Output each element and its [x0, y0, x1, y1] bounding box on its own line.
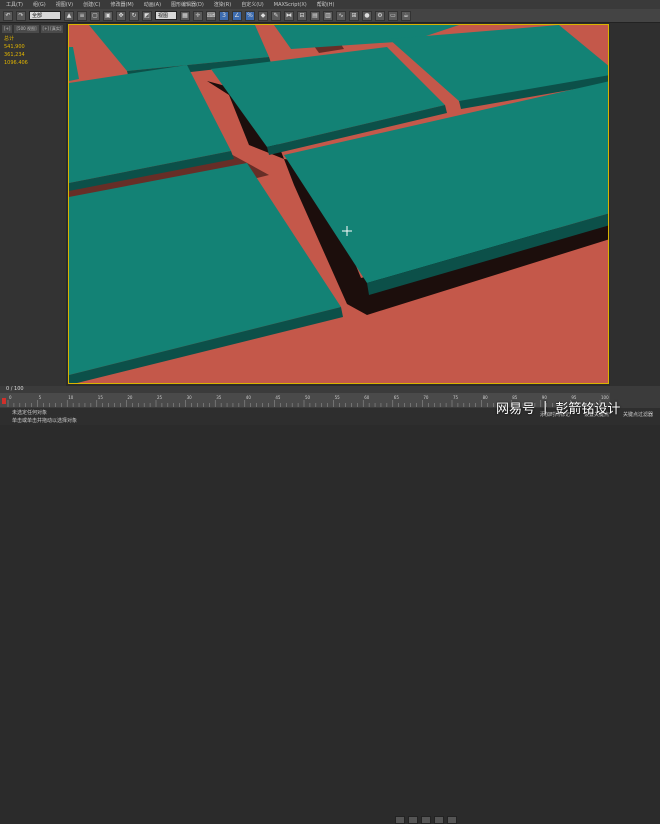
timeline-tick-label: 55 [335, 395, 341, 400]
timeline-tick-label: 45 [275, 395, 281, 400]
timeline-tick-label: 75 [453, 395, 459, 400]
timeline-tick-label: 60 [364, 395, 370, 400]
command-panel [610, 23, 660, 386]
go-start-icon[interactable] [395, 816, 405, 824]
menu-item[interactable]: 修改器(M) [110, 1, 133, 8]
menu-item[interactable]: MAXScript(X) [274, 2, 307, 8]
viewport-info-panel: [+] [500 视图] [+] [真实] 总计 541,900 361,234… [0, 23, 66, 386]
stats-label: 总计 [4, 36, 15, 42]
menu-item[interactable]: 帮助(H) [317, 1, 335, 8]
spinner-snap-icon[interactable]: ◆ [258, 10, 268, 21]
timeline-tick-label: 15 [98, 395, 104, 400]
menu-item[interactable]: 渲染(R) [214, 1, 231, 8]
reference-coordinate-select[interactable]: 视图 [155, 11, 177, 20]
time-slider-label[interactable]: 0 / 100 [6, 386, 24, 392]
move-icon[interactable]: ✥ [116, 10, 126, 21]
watermark-brand: 网易号 [496, 402, 536, 417]
play-icon[interactable] [421, 816, 431, 824]
undo-icon[interactable]: ↶ [3, 10, 13, 21]
timeline-tick-label: 5 [39, 395, 42, 400]
select-manipulate-icon[interactable]: ✛ [193, 10, 203, 21]
timeline-tick-label: 10 [68, 395, 74, 400]
render-setup-icon[interactable]: ⚙ [375, 10, 385, 21]
go-end-icon[interactable] [447, 816, 457, 824]
angle-snap-icon[interactable]: ∠ [232, 10, 242, 21]
selection-filter-select[interactable]: 全部 [29, 11, 61, 20]
watermark-author: 彭箭铭设计 [555, 402, 621, 417]
stats-polys: 541,900 [4, 44, 25, 50]
mirror-icon[interactable]: ⧓ [284, 10, 294, 21]
menu-item[interactable]: 创建(C) [83, 1, 100, 8]
graphite-tools-icon[interactable]: ▥ [323, 10, 333, 21]
timeline-tick-label: 40 [246, 395, 252, 400]
rendered-frame-icon[interactable]: ▭ [388, 10, 398, 21]
timeline-tick-label: 30 [187, 395, 193, 400]
menu-item[interactable]: 组(G) [33, 1, 46, 8]
timeline-tick-label: 50 [305, 395, 311, 400]
snap-toggle-icon[interactable]: 3 [219, 10, 229, 21]
scale-icon[interactable]: ◩ [142, 10, 152, 21]
timeline-tick-label: 80 [483, 395, 489, 400]
material-editor-icon[interactable]: ● [362, 10, 372, 21]
select-region-icon[interactable]: ▢ [90, 10, 100, 21]
menu-bar: 工具(T) 组(G) 视图(V) 创建(C) 修改器(M) 动画(A) 图形编辑… [0, 0, 660, 9]
timeline-tick-label: 35 [216, 395, 222, 400]
playback-controls [395, 816, 457, 824]
viewport-label-view[interactable]: [500 视图] [14, 25, 39, 33]
timeline-tick-label: 65 [394, 395, 400, 400]
script-listener-indicator[interactable] [2, 398, 6, 404]
key-filters-button[interactable]: 关键点过滤器 [623, 411, 653, 418]
prev-frame-icon[interactable] [408, 816, 418, 824]
watermark-separator: | [543, 400, 548, 415]
render-production-icon[interactable]: ☕ [401, 10, 411, 21]
viewport-label-shading[interactable]: [+] [真实] [40, 25, 64, 33]
prompt-line: 单击或单击并拖动以选择对象 [12, 418, 78, 424]
redo-icon[interactable]: ↷ [16, 10, 26, 21]
menu-item[interactable]: 自定义(U) [241, 1, 264, 8]
align-icon[interactable]: ⊟ [297, 10, 307, 21]
perspective-viewport[interactable] [68, 24, 609, 384]
main-toolbar: ↶ ↷ 全部 ▲ ≡ ▢ ▣ ✥ ↻ ◩ 视图 ▦ ✛ ⌨ 3 ∠ % ◆ ✎ … [0, 9, 660, 23]
menu-item[interactable]: 动画(A) [144, 1, 161, 8]
select-object-icon[interactable]: ▲ [64, 10, 74, 21]
percent-snap-icon[interactable]: % [245, 10, 255, 21]
stats-fps: 1096.406 [4, 60, 28, 66]
next-frame-icon[interactable] [434, 816, 444, 824]
timeline-tick-label: 20 [127, 395, 133, 400]
window-crossing-icon[interactable]: ▣ [103, 10, 113, 21]
timeline-tick-label: 70 [423, 395, 429, 400]
menu-item[interactable]: 视图(V) [56, 1, 73, 8]
layer-manager-icon[interactable]: ▤ [310, 10, 320, 21]
keyboard-shortcut-icon[interactable]: ⌨ [206, 10, 216, 21]
selection-status: 未选定任何对象 [12, 410, 48, 416]
timeline-tick-label: 25 [157, 395, 163, 400]
curve-editor-icon[interactable]: ∿ [336, 10, 346, 21]
stats-verts: 361,234 [4, 52, 25, 58]
menu-item[interactable]: 图形编辑器(D) [171, 1, 204, 8]
select-by-name-icon[interactable]: ≡ [77, 10, 87, 21]
viewport-label-plus[interactable]: [+] [2, 25, 13, 33]
menu-item[interactable]: 工具(T) [6, 1, 23, 8]
pivot-icon[interactable]: ▦ [180, 10, 190, 21]
rotate-icon[interactable]: ↻ [129, 10, 139, 21]
schematic-view-icon[interactable]: ⊞ [349, 10, 359, 21]
watermark: 网易号 | 彭箭铭设计 [496, 398, 620, 417]
viewport-scene [69, 25, 608, 383]
named-selection-icon[interactable]: ✎ [271, 10, 281, 21]
